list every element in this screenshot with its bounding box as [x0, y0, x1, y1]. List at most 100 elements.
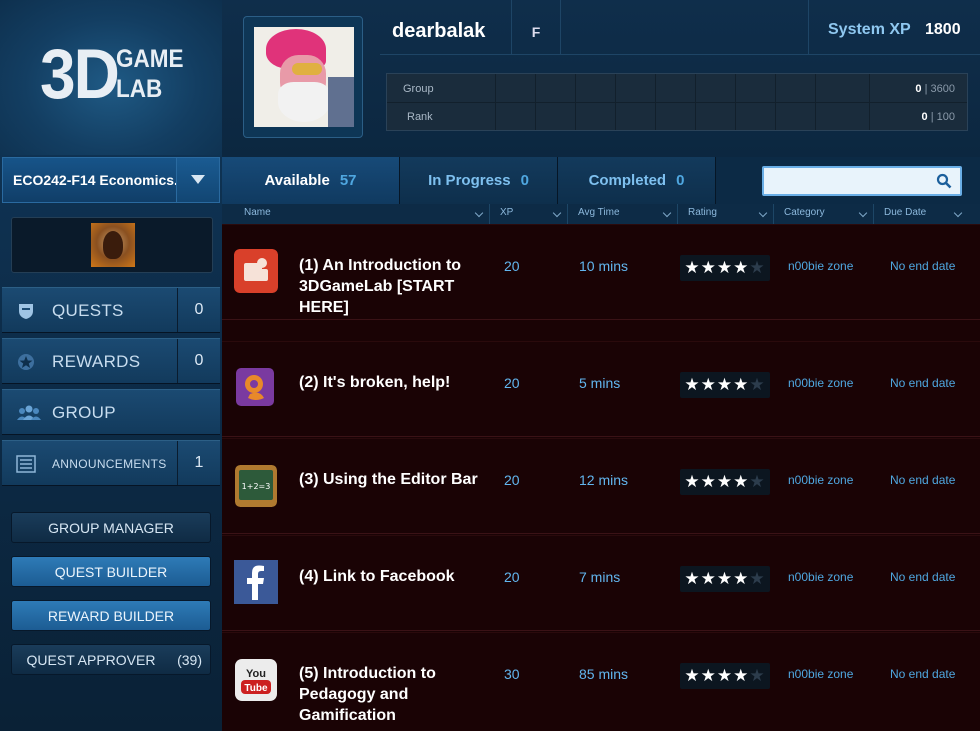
quest-row[interactable]: 1+2=3 (3) Using the Editor Bar 20 12 min…: [222, 438, 980, 534]
quest-avg-time: 85 mins: [579, 666, 629, 682]
people-icon: [17, 405, 41, 420]
quest-avg-time: 10 mins: [579, 258, 629, 274]
group-avatar-box: [11, 217, 213, 273]
tab-available[interactable]: Available 57: [222, 157, 400, 204]
quest-avg-time: 5 mins: [579, 375, 621, 391]
chalkboard-icon: 1+2=3: [235, 465, 277, 507]
nav-rewards-label: REWARDS: [52, 352, 141, 371]
quest-row[interactable]: (4) Link to Facebook 20 7 mins ★★★★★ n00…: [222, 535, 980, 631]
quest-rating: ★★★★★: [680, 566, 770, 592]
quest-title[interactable]: (2) It's broken, help!: [299, 372, 499, 393]
quest-approver-button[interactable]: QUEST APPROVER (39): [11, 644, 211, 675]
youtube-icon: You Tube: [235, 659, 277, 701]
broken-gear-icon: [236, 368, 274, 406]
shield-icon: [19, 304, 33, 319]
quest-category[interactable]: n00bie zone: [788, 259, 853, 273]
col-avg-time[interactable]: Avg Time: [568, 204, 678, 224]
search-input[interactable]: [766, 171, 940, 193]
quest-row[interactable]: You Tube (5) Introduction to Pedagogy and…: [222, 632, 980, 731]
list-icon: [16, 455, 36, 473]
nav-group-label: GROUP: [52, 403, 116, 422]
group-manager-button[interactable]: GROUP MANAGER: [11, 512, 211, 543]
user-avatar[interactable]: [254, 27, 354, 127]
nav-quests-label: QUESTS: [52, 301, 124, 320]
quest-xp: 20: [504, 258, 520, 274]
col-xp[interactable]: XP: [490, 204, 568, 224]
col-name[interactable]: Name: [234, 204, 490, 224]
tab-in-progress[interactable]: In Progress 0: [400, 157, 558, 204]
system-xp-value: 1800: [925, 21, 961, 38]
quest-due-date: No end date: [890, 667, 956, 681]
course-selector[interactable]: ECO242-F14 Economics...: [2, 157, 220, 203]
tab-available-label: Available: [264, 172, 330, 189]
quest-approver-count: (39): [177, 652, 202, 668]
nav-group[interactable]: GROUP: [2, 389, 220, 435]
course-dropdown-button[interactable]: [176, 158, 219, 202]
quest-approver-label: QUEST APPROVER: [26, 652, 156, 668]
logo[interactable]: 3D GAME LAB: [0, 0, 222, 155]
sort-caret-icon: [858, 208, 868, 218]
username: dearbalak: [392, 20, 486, 42]
star-badge-icon: [18, 354, 34, 370]
nav-rewards-count: 0: [177, 339, 220, 383]
tab-completed[interactable]: Completed 0: [558, 157, 716, 204]
nav-rewards[interactable]: REWARDS 0: [2, 338, 220, 384]
sort-caret-icon: [552, 208, 562, 218]
nav-quests-count: 0: [177, 288, 220, 332]
quest-row[interactable]: (2) It's broken, help! 20 5 mins ★★★★★ n…: [222, 341, 980, 437]
course-name: ECO242-F14 Economics...: [13, 172, 186, 188]
tab-completed-count: 0: [676, 172, 685, 189]
quest-row[interactable]: (1) An Introduction to 3DGameLab [START …: [222, 224, 980, 320]
quest-xp: 20: [504, 472, 520, 488]
user-avatar-frame: [243, 16, 363, 138]
col-rating[interactable]: Rating: [678, 204, 774, 224]
quest-title[interactable]: (3) Using the Editor Bar: [299, 469, 489, 490]
group-progress-value: 0 | 3600: [915, 83, 955, 95]
rank-progress-row: Rank 0 | 100: [387, 102, 967, 130]
quest-due-date: No end date: [890, 259, 956, 273]
column-headers: Name XP Avg Time Rating Category Due Dat…: [222, 204, 980, 224]
col-due-date[interactable]: Due Date: [874, 204, 968, 224]
quest-title[interactable]: (4) Link to Facebook: [299, 566, 499, 587]
chevron-down-icon: [191, 175, 205, 184]
quest-xp: 20: [504, 569, 520, 585]
sort-caret-icon: [758, 208, 768, 218]
facebook-icon: [234, 560, 278, 604]
quest-rating: ★★★★★: [680, 372, 770, 398]
quest-category[interactable]: n00bie zone: [788, 376, 853, 390]
search-icon[interactable]: [936, 173, 952, 189]
nav-quests[interactable]: QUESTS 0: [2, 287, 220, 333]
group-avatar[interactable]: [91, 223, 135, 267]
nav-announcements-count: 1: [177, 441, 220, 485]
tab-in-progress-count: 0: [520, 172, 529, 189]
col-category[interactable]: Category: [774, 204, 874, 224]
svg-text:You: You: [246, 668, 266, 680]
quest-xp: 30: [504, 666, 520, 682]
quest-due-date: No end date: [890, 473, 956, 487]
quest-category[interactable]: n00bie zone: [788, 473, 853, 487]
quest-title[interactable]: (1) An Introduction to 3DGameLab [START …: [299, 255, 489, 318]
quest-title[interactable]: (5) Introduction to Pedagogy and Gamific…: [299, 663, 489, 726]
quest-due-date: No end date: [890, 570, 956, 584]
svg-text:Tube: Tube: [244, 683, 268, 694]
header-divider: [380, 54, 980, 55]
logo-3d-text: 3D: [40, 34, 120, 114]
quest-xp: 20: [504, 375, 520, 391]
system-xp-label: System XP: [828, 21, 911, 38]
sort-caret-icon: [474, 208, 484, 218]
quest-due-date: No end date: [890, 376, 956, 390]
tab-completed-label: Completed: [588, 172, 667, 189]
quest-list: (1) An Introduction to 3DGameLab [START …: [222, 224, 980, 731]
quest-avg-time: 12 mins: [579, 472, 629, 488]
nav-announcements[interactable]: ANNOUNCEMENTS 1: [2, 440, 220, 486]
quest-category[interactable]: n00bie zone: [788, 570, 853, 584]
progress-stats: Group 0 | 3600 Rank 0 | 100: [386, 73, 968, 131]
group-label: Group: [403, 83, 434, 95]
quest-builder-button[interactable]: QUEST BUILDER: [11, 556, 211, 587]
search-box[interactable]: [762, 166, 962, 196]
rank-progress-value: 0 | 100: [921, 111, 955, 123]
quest-rating: ★★★★★: [680, 663, 770, 689]
reward-builder-button[interactable]: REWARD BUILDER: [11, 600, 211, 631]
quest-category[interactable]: n00bie zone: [788, 667, 853, 681]
3dgamelab-icon: [234, 249, 278, 293]
